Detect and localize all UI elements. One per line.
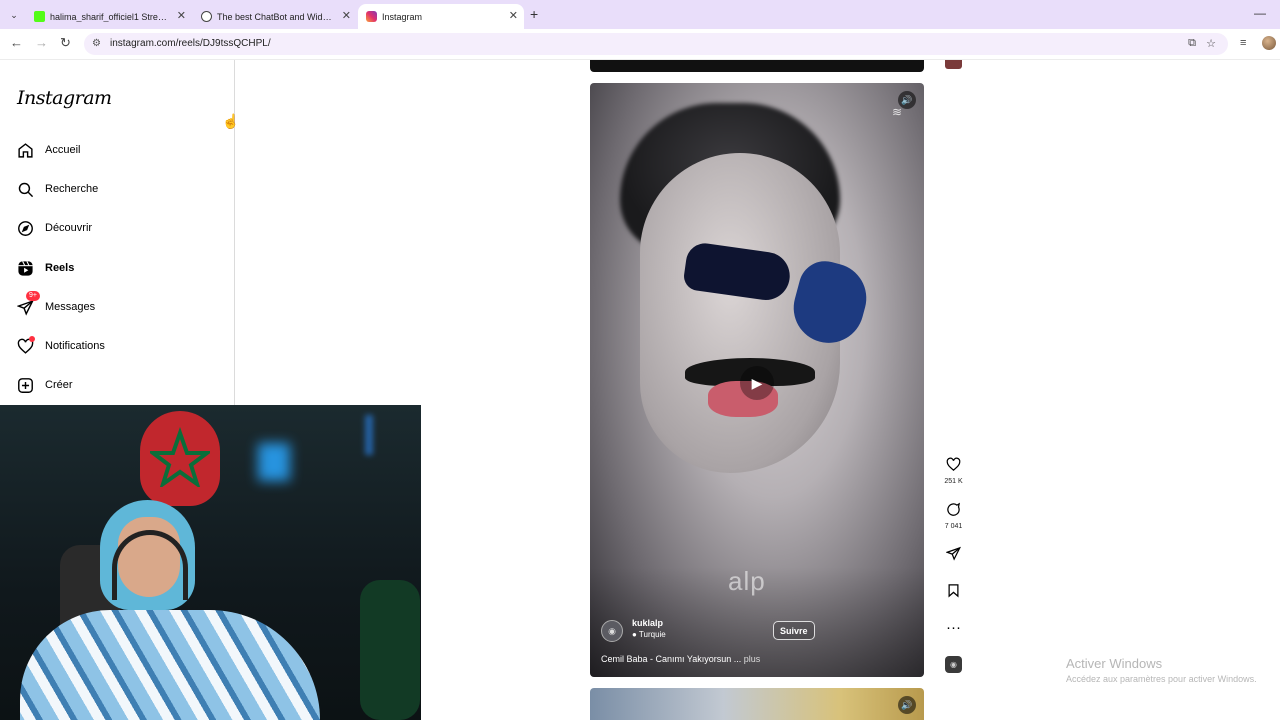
sidebar-item-label: Recherche bbox=[45, 183, 99, 195]
close-icon[interactable]: ✕ bbox=[509, 9, 518, 22]
webcam-headset bbox=[112, 530, 188, 600]
tab-title: halima_sharif_officiel1 Stream bbox=[50, 11, 168, 22]
webcam-person-body bbox=[20, 610, 320, 720]
search-icon bbox=[16, 180, 34, 198]
forward-icon[interactable]: → bbox=[35, 35, 48, 50]
instagram-logo[interactable]: Instagram bbox=[17, 87, 112, 109]
close-icon[interactable]: ✕ bbox=[342, 9, 351, 22]
reload-icon[interactable]: ↻ bbox=[60, 35, 71, 51]
heart-icon bbox=[16, 336, 35, 355]
webcam-overlay bbox=[0, 405, 421, 720]
activation-subtitle: Accédez aux paramètres pour activer Wind… bbox=[1066, 674, 1257, 684]
kick-icon bbox=[34, 11, 45, 22]
more-action[interactable]: ··· bbox=[942, 619, 965, 636]
save-action[interactable] bbox=[942, 583, 965, 602]
reel-video[interactable]: 🔊 ≋ ▶ alp ◉ kuklalp ● Turquie Suivre Cem… bbox=[590, 83, 924, 677]
heart-icon[interactable] bbox=[942, 457, 965, 476]
webcam-chair-green bbox=[360, 580, 420, 720]
messenger-icon: 9+ bbox=[16, 291, 40, 316]
tab-search-icon[interactable]: ⌄ bbox=[6, 7, 22, 23]
reel-watermark: alp bbox=[728, 566, 766, 596]
notification-dot bbox=[29, 336, 35, 342]
sidebar-item-reels[interactable]: Reels bbox=[16, 256, 74, 280]
sidebar-item-recherche[interactable]: Recherche bbox=[16, 177, 98, 201]
webcam-light bbox=[365, 415, 373, 455]
sound-on-icon[interactable]: 🔊 bbox=[898, 696, 916, 714]
back-icon[interactable]: ← bbox=[10, 35, 23, 50]
webcam-light bbox=[258, 443, 290, 481]
sidebar-item-accueil[interactable]: Accueil bbox=[16, 138, 80, 162]
sidebar-item-decouvrir[interactable]: Découvrir bbox=[16, 216, 92, 240]
chatbot-icon bbox=[201, 11, 212, 22]
sidebar-item-label: Découvrir bbox=[45, 222, 93, 234]
url-text[interactable]: instagram.com/reels/DJ9tssQCHPL/ bbox=[110, 38, 271, 49]
caption-more-link[interactable]: plus bbox=[744, 654, 761, 664]
site-info-icon[interactable]: ⚙ bbox=[92, 38, 101, 49]
bookmark-star-icon[interactable]: ☆ bbox=[1206, 37, 1216, 50]
sidebar-item-messages[interactable]: 9+ Messages bbox=[16, 291, 96, 319]
sidebar-item-label: Notifications bbox=[45, 340, 105, 352]
browser-toolbar: ← → ↻ ⚙ instagram.com/reels/DJ9tssQCHPL/… bbox=[0, 29, 1280, 60]
share-action[interactable] bbox=[942, 546, 965, 565]
activation-title: Activer Windows bbox=[1066, 656, 1163, 671]
hand-cursor-icon: ☝ bbox=[222, 113, 240, 129]
author-location[interactable]: ● Turquie bbox=[632, 630, 666, 639]
reel-caption[interactable]: Cemil Baba - Canımı Yakıyorsun ... plus bbox=[601, 654, 760, 664]
sidebar-item-notifications[interactable]: Notifications bbox=[16, 334, 105, 358]
like-count: 251 K bbox=[944, 478, 963, 485]
new-tab-icon[interactable]: + bbox=[530, 6, 538, 22]
comment-count: 7 041 bbox=[944, 523, 963, 530]
sidebar-item-label: Créer bbox=[45, 379, 73, 391]
install-app-icon[interactable]: ⧉ bbox=[1188, 37, 1196, 50]
location-pin-icon: ● bbox=[632, 630, 637, 639]
windows-activation-watermark: Activer Windows Accédez aux paramètres p… bbox=[1066, 656, 1257, 684]
sidebar-item-label: Accueil bbox=[45, 144, 81, 156]
sidebar-item-creer[interactable]: Créer bbox=[16, 373, 73, 397]
send-icon[interactable] bbox=[942, 546, 965, 565]
audio-thumbnail[interactable]: ◉ bbox=[945, 656, 962, 673]
messages-badge: 9+ bbox=[26, 291, 40, 301]
browser-tab-bar: ⌄ halima_sharif_officiel1 Stream ✕ The b… bbox=[0, 0, 1280, 29]
profile-avatar[interactable] bbox=[1262, 36, 1276, 50]
browser-tab-kick[interactable]: halima_sharif_officiel1 Stream ✕ bbox=[26, 4, 192, 29]
comment-action[interactable]: 7 041 bbox=[942, 502, 965, 530]
location-text: Turquie bbox=[638, 630, 666, 639]
more-horizontal-icon[interactable]: ··· bbox=[942, 619, 965, 636]
tab-title: Instagram bbox=[382, 11, 423, 22]
plus-square-icon bbox=[16, 376, 34, 394]
follow-button[interactable]: Suivre bbox=[773, 621, 815, 640]
bookmark-icon[interactable] bbox=[942, 583, 965, 602]
like-action[interactable]: 251 K bbox=[942, 457, 965, 485]
reels-icon bbox=[16, 259, 34, 277]
instagram-icon bbox=[366, 11, 377, 22]
browser-tab-chatbot[interactable]: The best ChatBot and Widgets ✕ bbox=[193, 4, 357, 29]
sidebar-item-label: Messages bbox=[45, 301, 96, 313]
sidebar-item-label: Reels bbox=[45, 262, 75, 274]
comment-icon[interactable] bbox=[942, 502, 965, 521]
home-icon bbox=[16, 141, 34, 159]
previous-reel-audio-thumb[interactable] bbox=[945, 60, 962, 69]
browser-tab-instagram[interactable]: Instagram ✕ bbox=[358, 4, 524, 29]
author-avatar[interactable]: ◉ bbox=[601, 620, 623, 642]
author-username[interactable]: kuklalp bbox=[632, 618, 663, 628]
capcut-icon: ≋ bbox=[892, 105, 903, 119]
address-bar[interactable]: ⚙ instagram.com/reels/DJ9tssQCHPL/ ⧉ ☆ bbox=[84, 33, 1228, 55]
minimize-icon[interactable]: — bbox=[1254, 6, 1266, 20]
caption-text: Cemil Baba - Canımı Yakıyorsun ... bbox=[601, 654, 742, 664]
star-icon bbox=[150, 427, 210, 487]
close-icon[interactable]: ✕ bbox=[177, 9, 186, 22]
play-icon[interactable]: ▶ bbox=[740, 366, 774, 400]
tab-title: The best ChatBot and Widgets bbox=[217, 11, 335, 22]
compass-icon bbox=[16, 219, 34, 237]
previous-reel[interactable] bbox=[590, 60, 924, 72]
reading-list-icon[interactable]: ≡ bbox=[1240, 37, 1246, 49]
next-reel[interactable]: 🔊 bbox=[590, 688, 924, 720]
